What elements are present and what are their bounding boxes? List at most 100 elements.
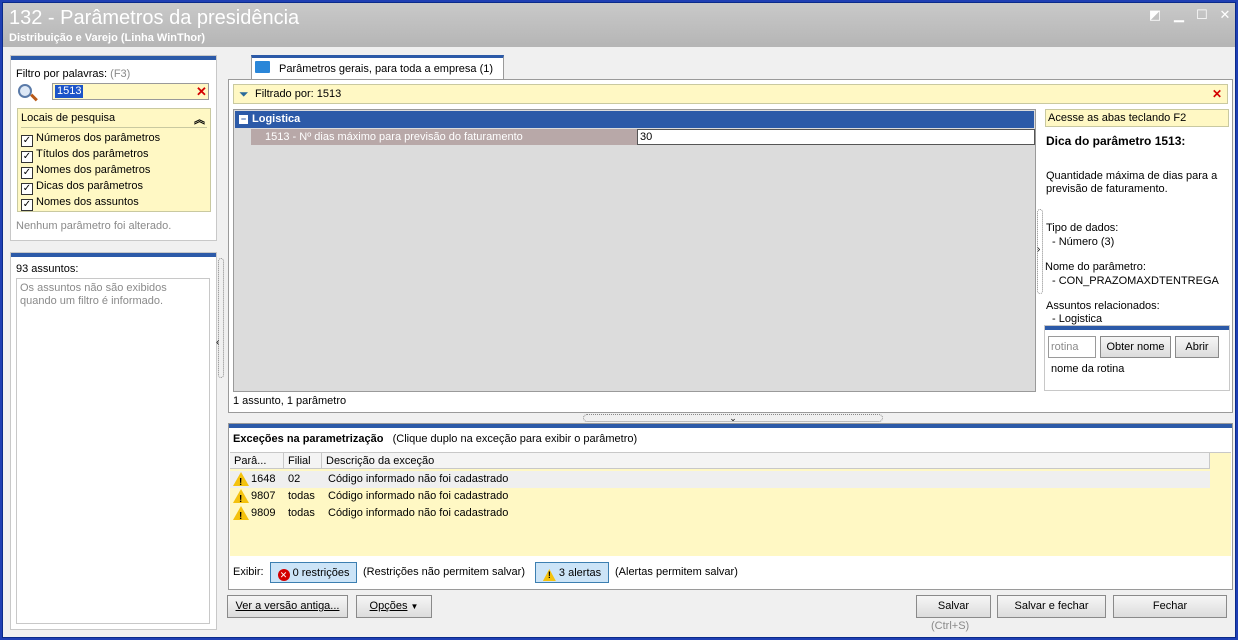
title-bar[interactable]: 132 - Parâmetros da presidência Distribu… [3, 3, 1235, 47]
alerts-button[interactable]: ! 3 alertas [535, 562, 609, 583]
search-locations-title: Locais de pesquisa [21, 112, 116, 124]
alerts-note: (Alertas permitem salvar) [615, 566, 738, 578]
search-handle-icon [30, 93, 38, 102]
routine-input[interactable]: rotina [1048, 336, 1096, 358]
filter-status-text: Filtrado por: 1513 [255, 88, 342, 100]
param-value-input[interactable]: 30 [637, 129, 1035, 145]
checkbox-checked-icon[interactable]: ✓ [21, 167, 33, 179]
column-description[interactable]: Descrição da exceção [322, 453, 1210, 469]
panel-accent-bar [229, 424, 1232, 428]
routine-name: nome da rotina [1051, 363, 1125, 375]
param-name-value: - CON_PRAZOMAXDTENTREGA [1052, 275, 1219, 287]
warning-icon: ! [233, 489, 249, 505]
collapse-right-icon[interactable]: › [1037, 244, 1040, 255]
collapse-icon[interactable]: ︽ [194, 111, 205, 127]
subjects-panel: 93 assuntos: Os assuntos não são exibido… [10, 252, 217, 630]
exceptions-panel: Exceções na parametrização (Clique duplo… [228, 423, 1233, 590]
checkbox-subject-names[interactable]: ✓ Nomes dos assuntos [21, 195, 139, 211]
exceptions-header: Exceções na parametrização (Clique duplo… [233, 433, 637, 445]
window-subtitle: Distribuição e Varejo (Linha WinThor) [9, 32, 206, 44]
bottom-splitter[interactable]: ⌄ [583, 413, 883, 423]
error-icon: ✕ [277, 569, 290, 581]
table-row[interactable]: ! 1648 02 Código informado não foi cadas… [230, 471, 1210, 488]
restrictions-note: (Restrições não permitem salvar) [363, 566, 525, 578]
warning-icon: ! [233, 472, 249, 488]
filter-label: Filtro por palavras: (F3) [16, 68, 131, 80]
checkbox-checked-icon[interactable]: ✓ [21, 199, 33, 211]
clear-filter-icon[interactable]: ✕ [196, 84, 207, 100]
panel-accent-bar [11, 253, 216, 257]
get-name-button[interactable]: Obter nome [1100, 336, 1171, 358]
checkbox-param-titles[interactable]: ✓ Títulos dos parâmetros [21, 147, 149, 163]
close-icon[interactable]: ✕ [1216, 7, 1234, 23]
column-filial[interactable]: Filial [284, 453, 322, 469]
checkbox-param-names[interactable]: ✓ Nomes dos parâmetros [21, 163, 150, 179]
tip-description: Quantidade máxima de dias para a previsã… [1046, 170, 1218, 195]
checkbox-checked-icon[interactable]: ✓ [21, 183, 33, 195]
checkbox-checked-icon[interactable]: ✓ [21, 135, 33, 147]
tip-title: Dica do parâmetro 1513: [1046, 134, 1186, 148]
param-name: 1513 - Nº dias máximo para previsão do f… [251, 129, 637, 145]
remove-filter-icon[interactable]: ✕ [1212, 87, 1222, 101]
params-content: ⏷ Filtrado por: 1513 ✕ − Logistica 1513 -… [228, 79, 1233, 413]
restore-icon[interactable]: ◩ [1146, 7, 1164, 23]
collapse-left-icon[interactable]: ‹ [216, 337, 219, 348]
related-subjects-label: Assuntos relacionados: [1046, 300, 1160, 312]
checkbox-checked-icon[interactable]: ✓ [21, 151, 33, 163]
related-subjects-value: - Logistica [1052, 313, 1103, 325]
divider [21, 127, 207, 128]
filter-input-value: 1513 [55, 85, 84, 98]
dropdown-arrow-icon: ▼ [410, 602, 419, 611]
window-title: 132 - Parâmetros da presidência [9, 7, 300, 29]
search-locations: Locais de pesquisa ︽ ✓ Números dos parâme… [17, 108, 211, 212]
filter-status-bar: ⏷ Filtrado por: 1513 ✕ [233, 84, 1228, 104]
subjects-note: Os assuntos não são exibidos quando um f… [20, 282, 167, 307]
exceptions-title: Exceções na parametrização [233, 433, 384, 445]
column-param[interactable]: Parâ... [230, 453, 284, 469]
checkbox-param-numbers[interactable]: ✓ Números dos parâmetros [21, 131, 160, 147]
no-changes-text: Nenhum parâmetro foi alterado. [16, 220, 172, 232]
panel-accent-bar [11, 56, 216, 60]
param-name-label: Nome do parâmetro: [1045, 261, 1146, 273]
checkbox-param-tips[interactable]: ✓ Dicas dos parâmetros [21, 179, 143, 195]
filter-panel: Filtro por palavras: (F3) 1513 ✕ Locais … [10, 55, 217, 241]
chevron-down-icon[interactable]: ⌄ [729, 413, 737, 423]
data-type-value: - Número (3) [1052, 236, 1115, 248]
tabs-hint: Acesse as abas teclando F2 [1045, 109, 1229, 127]
collapse-group-icon[interactable]: − [239, 115, 248, 124]
save-shortcut: (Ctrl+S) [931, 620, 970, 632]
param-row[interactable]: 1513 - Nº dias máximo para previsão do f… [235, 129, 1035, 145]
old-version-button[interactable]: Ver a versão antiga... [227, 595, 348, 618]
open-button[interactable]: Abrir [1175, 336, 1219, 358]
filter-input[interactable]: 1513 ✕ [52, 83, 209, 100]
show-label: Exibir: [233, 566, 264, 578]
minimize-icon[interactable]: ▁ [1170, 7, 1188, 23]
restrictions-button[interactable]: ✕ 0 restrições [270, 562, 357, 583]
table-row[interactable]: ! 9809 todas Código informado não foi ca… [230, 505, 1210, 522]
main-window: 132 - Parâmetros da presidência Distribu… [2, 2, 1236, 638]
warning-icon: ! [542, 569, 556, 581]
maximize-icon[interactable]: ☐ [1193, 7, 1211, 23]
save-button[interactable]: Salvar [916, 595, 991, 618]
exceptions-hint: (Clique duplo na exceção para exibir o p… [392, 433, 638, 445]
subjects-count: 93 assuntos: [16, 263, 79, 275]
tab-general-params[interactable]: Parâmetros gerais, para toda a empresa (… [251, 55, 504, 79]
params-grid[interactable]: − Logistica 1513 - Nº dias máximo para pr… [233, 109, 1036, 392]
group-name: Logistica [252, 113, 301, 125]
folder-icon [255, 61, 270, 73]
routine-input-placeholder: rotina [1051, 341, 1079, 353]
exceptions-columns: Parâ... Filial Descrição da exceção [230, 453, 1210, 469]
group-row[interactable]: − Logistica [235, 111, 1034, 128]
table-row[interactable]: ! 9807 todas Código informado não foi ca… [230, 488, 1210, 505]
routine-panel: rotina Obter nome Abrir nome da rotina [1044, 325, 1230, 391]
funnel-icon: ⏷ [239, 87, 249, 101]
filter-shortcut: (F3) [110, 68, 131, 80]
subjects-list[interactable]: Os assuntos não são exibidos quando um f… [16, 278, 210, 624]
save-and-close-button[interactable]: Salvar e fechar [997, 595, 1106, 618]
tab-label: Parâmetros gerais, para toda a empresa (… [279, 63, 494, 75]
exceptions-grid[interactable]: Parâ... Filial Descrição da exceção ! 16… [230, 452, 1231, 556]
options-button[interactable]: Opções ▼ [356, 595, 432, 618]
close-button[interactable]: Fechar [1113, 595, 1227, 618]
left-splitter[interactable] [218, 258, 224, 378]
grid-status: 1 assunto, 1 parâmetro [233, 395, 347, 407]
